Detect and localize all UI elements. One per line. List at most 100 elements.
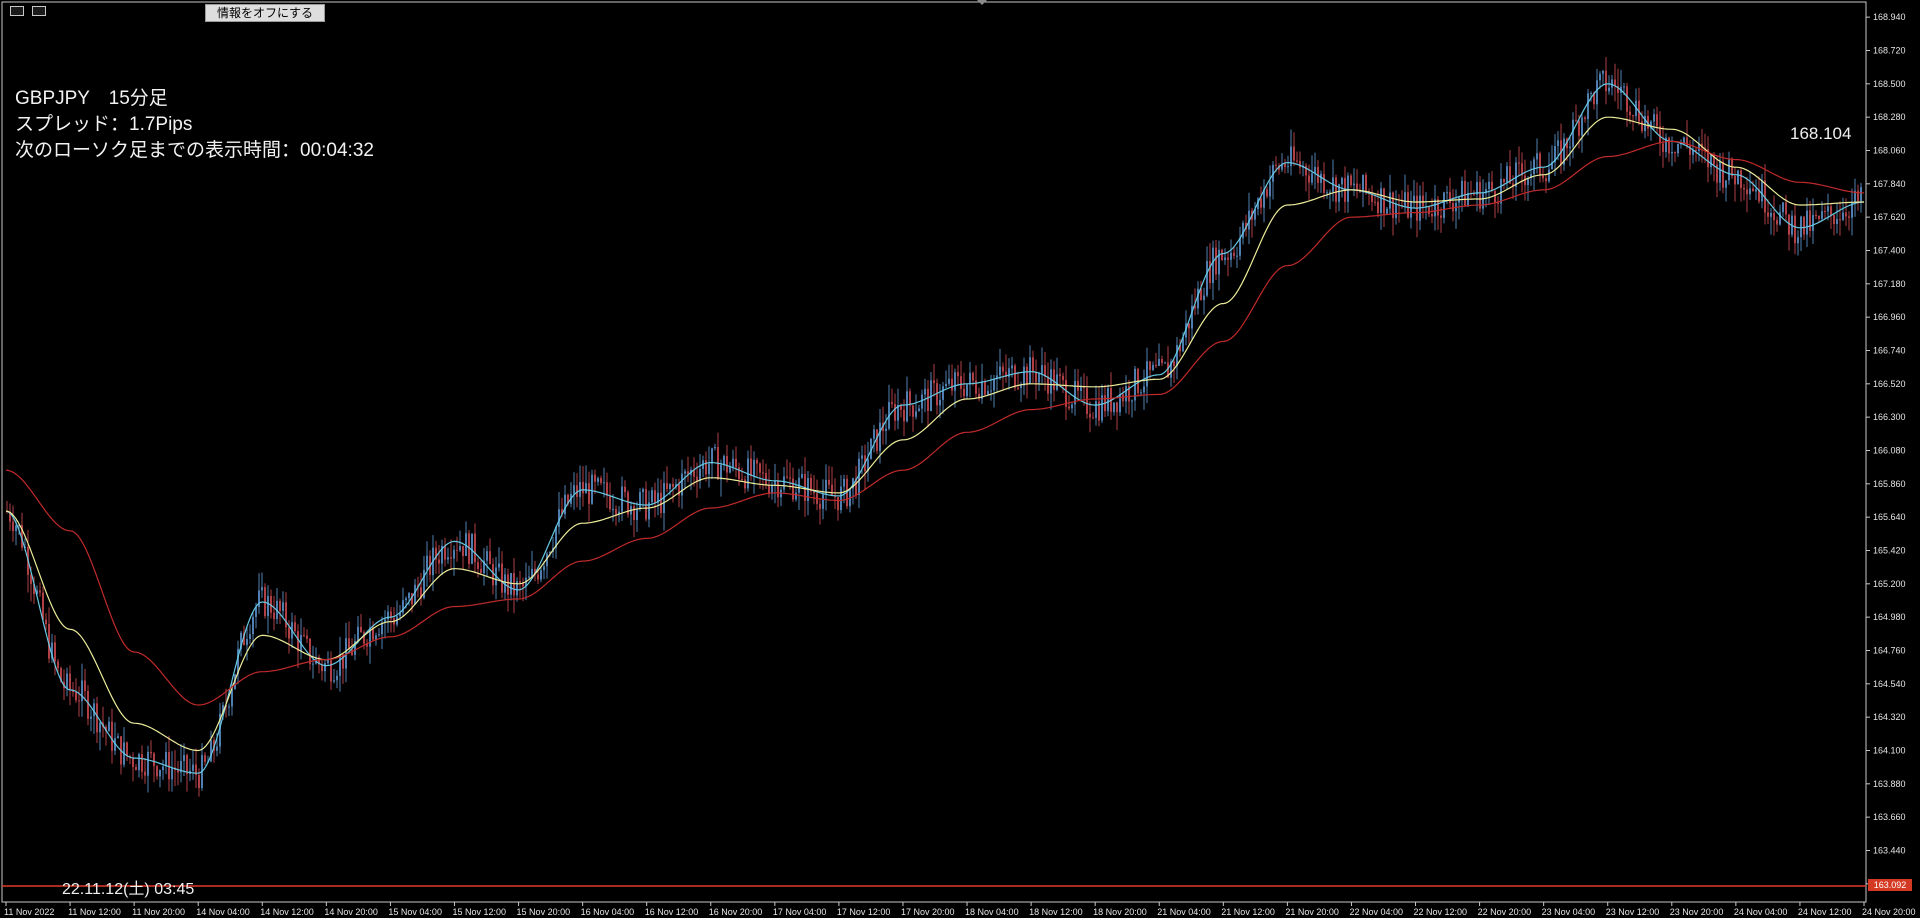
candle-body [1809,210,1811,231]
candle-body [1164,362,1166,364]
candle-body [582,481,584,494]
candle-body [111,721,113,751]
x-tick-label: 15 Nov 04:00 [388,907,442,917]
candle-body [822,494,824,509]
candle-body [1149,361,1151,370]
candle-body [1233,252,1235,256]
candle-body [957,372,959,377]
candle-body [1623,86,1625,88]
candle-body [477,562,479,569]
candle-body [969,372,971,385]
candle-body [126,742,128,756]
y-tick-label: 166.740 [1873,345,1906,355]
candle-body [915,411,917,417]
candle-body [1038,373,1040,383]
candle-body [1449,192,1451,204]
candle-body [306,635,308,639]
candle-body [1086,387,1088,414]
chart-icon[interactable] [32,6,46,16]
candle-body [1641,121,1643,132]
candle-body [708,463,710,475]
candle-body [1671,151,1673,154]
candle-body [1818,215,1820,219]
candle-body [612,509,614,511]
candle-body [1395,204,1397,219]
candle-body [303,635,305,637]
candle-body [1557,140,1559,147]
candle-body [1014,365,1016,388]
candle-body [588,483,590,504]
candle-body [1842,212,1844,220]
candle-body [1803,216,1805,235]
candle-body [1341,177,1343,185]
candle-body [1452,203,1454,212]
candle-body [336,675,338,681]
y-tick-label: 163.880 [1873,779,1906,789]
candle-body [426,555,428,570]
y-tick-label: 164.980 [1873,612,1906,622]
candle-body [12,521,14,532]
candle-body [108,721,110,732]
candle-body [1293,146,1295,161]
candle-body [1677,143,1679,154]
candle-body [1068,406,1070,409]
candle-body [1080,386,1082,391]
candle-body [450,557,452,559]
candle-body [1824,211,1826,213]
collapse-arrow-icon[interactable] [977,0,987,5]
chart-window[interactable]: 168.940 168.720 168.500 168.280 168.060 167.8… [0,0,1920,918]
candle-body [753,459,755,476]
candle-body [474,533,476,563]
candle-body [1023,366,1025,386]
y-tick-label: 166.080 [1873,445,1906,455]
candle-body [1587,93,1589,120]
candle-body [135,766,137,771]
candle-body [609,495,611,510]
candle-body [591,474,593,504]
x-tick-label: 15 Nov 20:00 [517,907,571,917]
candle-body [183,754,185,761]
last-price-label: 168.104 [1790,124,1852,143]
candle-body [1815,215,1817,217]
candle-body [330,660,332,682]
date-label: 22.11.12(土) 03:45 [62,881,195,898]
candle-body [597,478,599,482]
info-toggle-button[interactable]: 情報をオフにする [205,4,325,22]
candle-body [1518,162,1520,164]
candle-body [831,484,833,496]
candle-body [912,405,914,417]
candle-body [1062,375,1064,381]
spread-label: スプレッド：1.7Pips [15,114,193,135]
candle-body [990,390,992,392]
candle-body [669,483,671,490]
candle-body [288,627,290,639]
candle-body [1833,215,1835,225]
candle-body [1305,165,1307,176]
candle-body [645,489,647,520]
candle-body [789,477,791,479]
candle-body [861,455,863,459]
candle-body [585,483,587,494]
candle-body [456,549,458,551]
candle-body [1152,364,1154,370]
candle-body [786,476,788,478]
y-tick-label: 168.940 [1873,12,1906,22]
candle-body [486,551,488,561]
y-tick-label: 164.760 [1873,645,1906,655]
candle-body [1839,219,1841,221]
candle-body [768,484,770,494]
candle-body [252,616,254,635]
y-tick-label: 168.060 [1873,145,1906,155]
candle-body [894,404,896,421]
grid-icon[interactable] [10,6,24,16]
candle-body [1662,143,1664,152]
candle-body [360,626,362,633]
x-tick-label: 14 Nov 20:00 [324,907,378,917]
candle-body [603,482,605,484]
candle-body [501,563,503,593]
candle-body [162,766,164,771]
x-tick-label: 23 Nov 04:00 [1542,907,1596,917]
x-tick-label: 18 Nov 12:00 [1029,907,1083,917]
candle-body [1827,206,1829,212]
candle-body [144,771,146,776]
